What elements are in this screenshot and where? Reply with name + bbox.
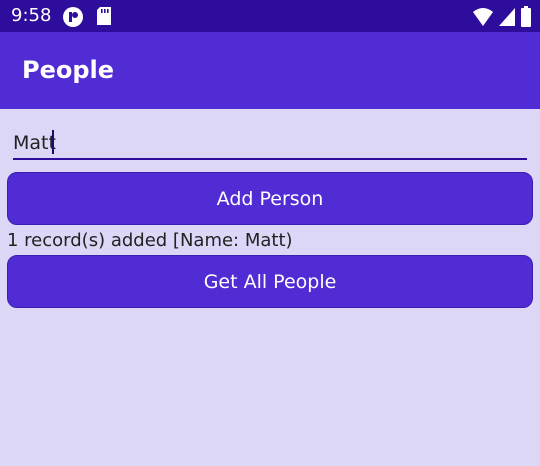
status-bar: 9:58 bbox=[0, 0, 540, 32]
signal-icon bbox=[498, 7, 516, 31]
name-input[interactable] bbox=[13, 128, 527, 160]
battery-icon bbox=[520, 6, 532, 32]
get-all-people-button[interactable]: Get All People bbox=[7, 255, 533, 308]
status-message: 1 record(s) added [Name: Matt) bbox=[7, 230, 293, 251]
text-caret bbox=[52, 130, 54, 154]
page-title: People bbox=[22, 56, 115, 84]
app-notification-icon bbox=[62, 6, 84, 32]
add-person-button[interactable]: Add Person bbox=[7, 172, 533, 225]
status-time: 9:58 bbox=[11, 5, 52, 26]
app-bar: People bbox=[0, 32, 540, 109]
wifi-icon bbox=[472, 7, 494, 31]
sd-card-icon bbox=[96, 6, 112, 30]
